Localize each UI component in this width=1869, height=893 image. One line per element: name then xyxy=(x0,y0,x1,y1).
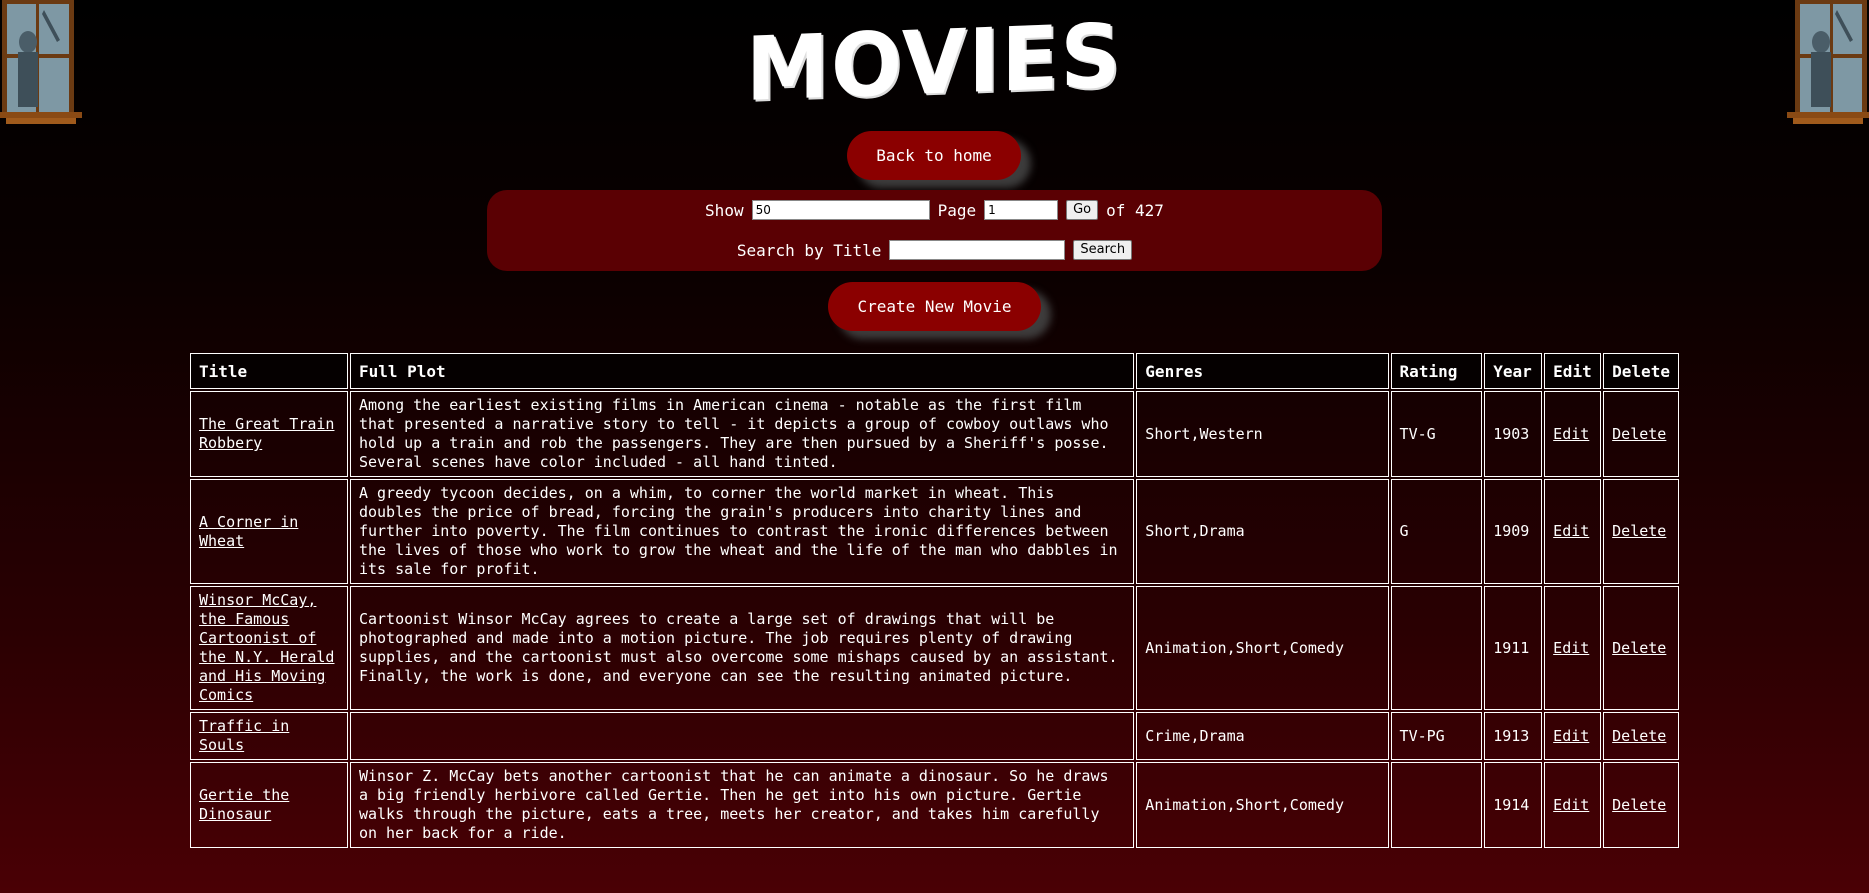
header-delete: Delete xyxy=(1603,353,1679,389)
search-label: Search by Title xyxy=(736,240,882,260)
show-count-input[interactable] xyxy=(751,200,930,220)
page-label: Page xyxy=(937,200,977,220)
header-rating: Rating xyxy=(1390,353,1483,389)
movie-title-link[interactable]: The Great Train Robbery xyxy=(199,415,334,452)
table-header-row: Title Full Plot Genres Rating Year Edit … xyxy=(190,353,1679,389)
show-label: Show xyxy=(705,200,744,220)
year-cell: 1913 xyxy=(1484,712,1543,760)
page-total-label: of 427 xyxy=(1106,200,1164,220)
header-full-plot: Full Plot xyxy=(349,353,1135,389)
plot-cell: Among the earliest existing films in Ame… xyxy=(349,391,1135,477)
plot-cell: Cartoonist Winsor McCay agrees to create… xyxy=(349,586,1135,710)
title-cell: Gertie the Dinosaur xyxy=(190,762,348,848)
rating-cell xyxy=(1390,762,1483,848)
table-row: Gertie the Dinosaur Winsor Z. McCay bets… xyxy=(190,762,1679,848)
movie-title-link[interactable]: Gertie the Dinosaur xyxy=(199,786,289,823)
year-cell: 1914 xyxy=(1484,762,1543,848)
edit-cell: Edit xyxy=(1544,586,1602,710)
table-row: Traffic in Souls Crime,Drama TV-PG 1913 … xyxy=(190,712,1679,760)
delete-cell: Delete xyxy=(1603,712,1679,760)
table-row: The Great Train Robbery Among the earlie… xyxy=(190,391,1679,477)
edit-link[interactable]: Edit xyxy=(1553,522,1589,540)
delete-cell: Delete xyxy=(1603,586,1679,710)
edit-cell: Edit xyxy=(1544,712,1602,760)
genres-cell: Short,Drama xyxy=(1136,479,1389,584)
year-cell: 1909 xyxy=(1484,479,1543,584)
rating-cell: TV-PG xyxy=(1390,712,1483,760)
edit-cell: Edit xyxy=(1544,391,1602,477)
edit-link[interactable]: Edit xyxy=(1553,796,1589,814)
edit-cell: Edit xyxy=(1544,479,1602,584)
movie-title-link[interactable]: Traffic in Souls xyxy=(199,717,289,754)
delete-link[interactable]: Delete xyxy=(1612,639,1666,657)
movie-title-link[interactable]: A Corner in Wheat xyxy=(199,513,298,550)
back-to-home-button[interactable]: Back to home xyxy=(847,131,1021,180)
genres-cell: Crime,Drama xyxy=(1136,712,1389,760)
genres-cell: Animation,Short,Comedy xyxy=(1136,762,1389,848)
plot-cell xyxy=(349,712,1135,760)
delete-cell: Delete xyxy=(1603,391,1679,477)
title-cell: A Corner in Wheat xyxy=(190,479,348,584)
delete-link[interactable]: Delete xyxy=(1612,796,1666,814)
go-button[interactable]: Go xyxy=(1066,200,1099,220)
rating-cell xyxy=(1390,586,1483,710)
table-row: Winsor McCay, the Famous Cartoonist of t… xyxy=(190,586,1679,710)
movies-table: Title Full Plot Genres Rating Year Edit … xyxy=(188,351,1681,850)
search-title-input[interactable] xyxy=(889,240,1066,260)
plot-cell: A greedy tycoon decides, on a whim, to c… xyxy=(349,479,1135,584)
edit-link[interactable]: Edit xyxy=(1553,425,1589,443)
pagination-search-panel: Show Page Go of 427 Search by Title Sear… xyxy=(487,190,1382,271)
delete-link[interactable]: Delete xyxy=(1612,522,1666,540)
page-number-input[interactable] xyxy=(984,200,1059,220)
search-button[interactable]: Search xyxy=(1073,240,1133,260)
delete-link[interactable]: Delete xyxy=(1612,425,1666,443)
year-cell: 1911 xyxy=(1484,586,1543,710)
year-cell: 1903 xyxy=(1484,391,1543,477)
title-cell: The Great Train Robbery xyxy=(190,391,348,477)
delete-cell: Delete xyxy=(1603,479,1679,584)
header-year: Year xyxy=(1484,353,1543,389)
rating-cell: TV-G xyxy=(1390,391,1483,477)
header-title: Title xyxy=(190,353,348,389)
header-genres: Genres xyxy=(1136,353,1389,389)
title-cell: Traffic in Souls xyxy=(190,712,348,760)
create-new-movie-button[interactable]: Create New Movie xyxy=(828,282,1041,331)
edit-link[interactable]: Edit xyxy=(1553,639,1589,657)
edit-cell: Edit xyxy=(1544,762,1602,848)
movie-title-link[interactable]: Winsor McCay, the Famous Cartoonist of t… xyxy=(199,591,334,704)
delete-link[interactable]: Delete xyxy=(1612,727,1666,745)
genres-cell: Short,Western xyxy=(1136,391,1389,477)
title-cell: Winsor McCay, the Famous Cartoonist of t… xyxy=(190,586,348,710)
delete-cell: Delete xyxy=(1603,762,1679,848)
plot-cell: Winsor Z. McCay bets another cartoonist … xyxy=(349,762,1135,848)
rating-cell: G xyxy=(1390,479,1483,584)
page-title: MOVIES xyxy=(746,4,1123,121)
table-row: A Corner in Wheat A greedy tycoon decide… xyxy=(190,479,1679,584)
header-edit: Edit xyxy=(1544,353,1602,389)
edit-link[interactable]: Edit xyxy=(1553,727,1589,745)
genres-cell: Animation,Short,Comedy xyxy=(1136,586,1389,710)
